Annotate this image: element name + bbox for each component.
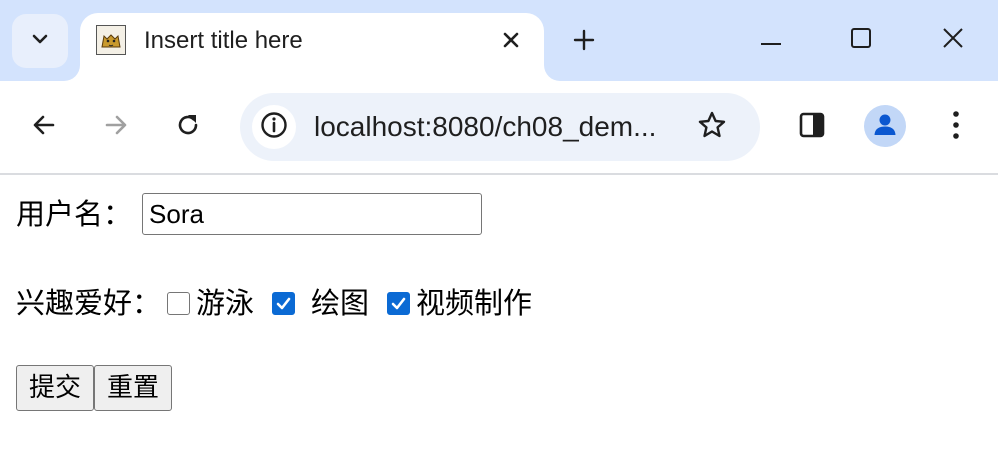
- close-window-icon: [942, 27, 964, 53]
- tab-search-button[interactable]: [12, 14, 68, 68]
- side-panel-icon: [798, 111, 826, 143]
- maximize-button[interactable]: [839, 20, 883, 60]
- profile-avatar[interactable]: [864, 105, 906, 147]
- back-button[interactable]: [22, 105, 66, 149]
- side-panel-button[interactable]: [790, 105, 834, 149]
- minimize-icon: [760, 31, 782, 50]
- username-label: 用户名：: [16, 197, 133, 231]
- browser-tab[interactable]: Insert title here: [80, 13, 544, 81]
- plus-icon: [573, 29, 595, 55]
- tomcat-favicon-icon: [96, 25, 126, 55]
- new-tab-button[interactable]: [566, 24, 602, 60]
- checkmark-icon: [276, 297, 291, 309]
- info-icon: [260, 111, 288, 143]
- address-bar[interactable]: localhost:8080/ch08_dem...: [240, 93, 760, 161]
- hobby-drawing-label: 绘图: [311, 286, 370, 320]
- star-icon: [697, 110, 727, 144]
- bookmark-button[interactable]: [690, 105, 734, 149]
- site-info-button[interactable]: [252, 105, 296, 149]
- forward-button[interactable]: [94, 105, 138, 149]
- maximize-icon: [850, 27, 872, 53]
- reload-icon: [174, 111, 202, 143]
- close-tab-button[interactable]: [496, 27, 526, 57]
- hobbies-row: 兴趣爱好： 游泳 绘图 视频制作: [16, 283, 532, 323]
- hobby-video-checkbox[interactable]: [387, 291, 411, 315]
- browser-toolbar: localhost:8080/ch08_dem...: [0, 81, 998, 175]
- hobbies-label: 兴趣爱好：: [16, 286, 162, 320]
- arrow-left-icon: [31, 112, 57, 142]
- reset-button[interactable]: 重置: [94, 365, 173, 411]
- page-content: 用户名： 兴趣爱好： 游泳 绘图 视频制作 提交 重置: [0, 175, 998, 470]
- hobby-swimming-checkbox[interactable]: [167, 291, 191, 315]
- menu-button[interactable]: [934, 105, 978, 149]
- form-buttons-row: 提交 重置: [16, 365, 173, 411]
- username-input[interactable]: [142, 193, 483, 235]
- reload-button[interactable]: [166, 105, 210, 149]
- tab-strip: Insert title here: [0, 0, 998, 81]
- close-window-button[interactable]: [931, 20, 975, 60]
- person-icon: [871, 110, 899, 142]
- more-vertical-icon: [952, 110, 960, 144]
- url-text[interactable]: localhost:8080/ch08_dem...: [314, 109, 656, 145]
- hobby-swimming-label: 游泳: [196, 286, 255, 320]
- submit-button[interactable]: 提交: [16, 365, 95, 411]
- close-icon: [502, 31, 520, 53]
- chevron-down-icon: [30, 29, 50, 53]
- checkmark-icon: [391, 297, 406, 309]
- hobby-video-label: 视频制作: [416, 286, 533, 320]
- tab-title: Insert title here: [144, 27, 303, 54]
- hobby-drawing-checkbox[interactable]: [272, 291, 296, 315]
- minimize-button[interactable]: [749, 20, 793, 60]
- arrow-right-icon: [103, 112, 129, 142]
- username-row: 用户名：: [16, 193, 483, 235]
